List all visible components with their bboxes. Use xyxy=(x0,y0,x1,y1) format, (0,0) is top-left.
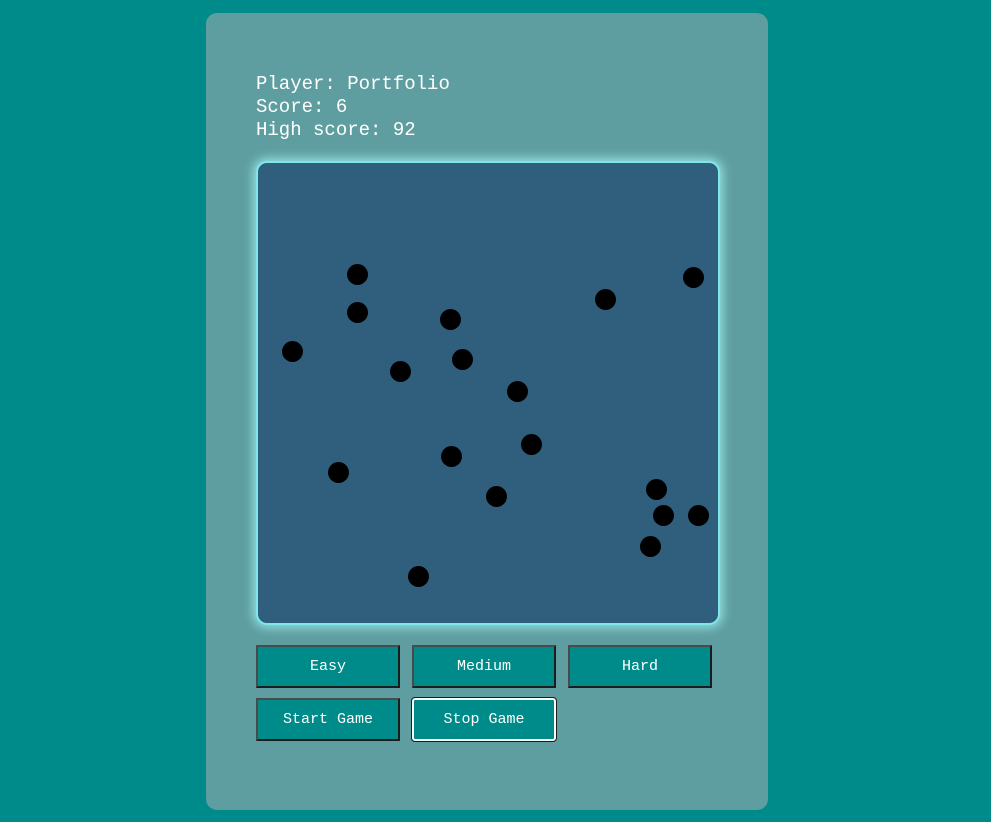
player-info: Player: Portfolio Score: 6 High score: 9… xyxy=(256,73,450,142)
high-score-value: 92 xyxy=(392,119,416,141)
ball[interactable] xyxy=(452,349,473,370)
ball[interactable] xyxy=(328,462,349,483)
easy-button[interactable]: Easy xyxy=(256,645,400,688)
ball[interactable] xyxy=(646,479,667,500)
ball[interactable] xyxy=(653,505,674,526)
player-label: Player: xyxy=(256,73,336,95)
high-score-line: High score: 92 xyxy=(256,119,450,142)
medium-button[interactable]: Medium xyxy=(412,645,556,688)
ball[interactable] xyxy=(688,505,709,526)
ball[interactable] xyxy=(282,341,303,362)
score-label: Score: xyxy=(256,96,325,118)
start-game-button[interactable]: Start Game xyxy=(256,698,400,741)
ball[interactable] xyxy=(390,361,411,382)
game-board[interactable] xyxy=(256,161,720,625)
ball[interactable] xyxy=(486,486,507,507)
game-panel: Player: Portfolio Score: 6 High score: 9… xyxy=(206,13,768,810)
ball[interactable] xyxy=(441,446,462,467)
player-line: Player: Portfolio xyxy=(256,73,450,96)
high-score-label: High score: xyxy=(256,119,382,141)
score-value: 6 xyxy=(335,96,348,118)
ball[interactable] xyxy=(640,536,661,557)
hard-button[interactable]: Hard xyxy=(568,645,712,688)
ball[interactable] xyxy=(507,381,528,402)
ball[interactable] xyxy=(347,264,368,285)
ball[interactable] xyxy=(521,434,542,455)
ball[interactable] xyxy=(440,309,461,330)
ball[interactable] xyxy=(683,267,704,288)
score-line: Score: 6 xyxy=(256,96,450,119)
ball[interactable] xyxy=(595,289,616,310)
player-name: Portfolio xyxy=(347,73,450,95)
ball[interactable] xyxy=(347,302,368,323)
ball[interactable] xyxy=(408,566,429,587)
stop-game-button[interactable]: Stop Game xyxy=(411,697,557,742)
